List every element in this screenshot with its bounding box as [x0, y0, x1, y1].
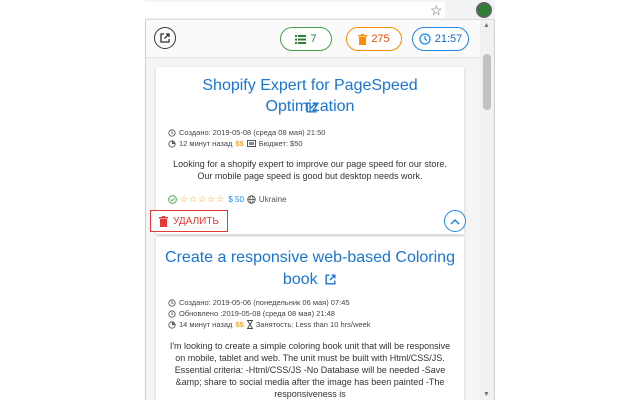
project-title-line2[interactable]: book: [156, 269, 464, 290]
created-date: Создано: 2019-05-06 (понедельник 06 мая)…: [168, 297, 350, 308]
list-icon: [295, 34, 307, 44]
money-badge: $$: [235, 320, 244, 329]
external-link-icon[interactable]: [305, 101, 318, 114]
history-icon: [168, 320, 176, 329]
wallet-icon: [246, 140, 256, 147]
hourglass-icon: [246, 320, 253, 329]
collapse-button[interactable]: [444, 210, 466, 232]
bookmark-star-icon[interactable]: ☆: [430, 1, 443, 19]
client-info-row: ☆☆☆☆☆ $ 50 Ukraine: [168, 194, 287, 205]
address-bar[interactable]: [145, 2, 445, 18]
workload: Занятость: Less than 10 hrs/week: [255, 320, 371, 329]
delete-button[interactable]: УДАЛИТЬ: [150, 210, 228, 232]
project-description: Looking for a shopify expert to improve …: [173, 159, 447, 181]
payment-info: $ 50: [228, 195, 244, 204]
globe-icon: [247, 195, 256, 204]
trash-icon: [159, 215, 168, 227]
popup-toolbar: 7 275 21:57: [146, 20, 482, 58]
rating-stars: ☆☆☆☆☆: [180, 194, 226, 204]
last-update-time: 21:57: [434, 33, 463, 45]
verified-check-icon: [168, 195, 177, 204]
money-badge: $$: [235, 139, 244, 148]
clock-icon: [168, 309, 176, 318]
scrollbar[interactable]: ▲ ▼: [480, 20, 494, 400]
created-date: Создано: 2019-05-08 (среда 08 мая) 21:50: [168, 127, 325, 138]
clock-icon: [168, 128, 176, 137]
clock-icon: [419, 33, 431, 45]
client-country: Ukraine: [258, 195, 287, 204]
open-external-icon: [160, 33, 170, 43]
scroll-down-icon[interactable]: ▼: [483, 391, 490, 398]
last-update-time-button[interactable]: 21:57: [412, 27, 469, 51]
history-icon: [168, 139, 176, 148]
updated-date: Обновлено :2019-05-08 (среда 08 мая) 21:…: [168, 308, 335, 319]
project-title[interactable]: Create a responsive web-based Coloring: [156, 247, 464, 268]
extension-popup: 7 275 21:57 Shopify Expert for PageSpeed…: [145, 20, 495, 400]
extension-icon[interactable]: [476, 2, 492, 18]
project-description: I'm looking to create a simple coloring …: [169, 341, 451, 399]
open-in-tab-button[interactable]: [154, 27, 176, 49]
trash-icon: [358, 33, 368, 45]
age-workload-row: 14 минут назад $$ Занятость: Less than 1…: [168, 319, 370, 330]
scroll-up-icon[interactable]: ▲: [483, 22, 490, 29]
projects-count-button[interactable]: 7: [280, 27, 332, 51]
age-budget-row: 12 минут назад $$ Бюджет: $50: [168, 138, 303, 149]
deleted-count: 275: [371, 33, 390, 45]
deleted-count-button[interactable]: 275: [346, 27, 402, 51]
project-card: Create a responsive web-based Coloring b…: [156, 237, 464, 400]
budget: Бюджет: $50: [258, 139, 303, 148]
project-card: Shopify Expert for PageSpeed Optimizatio…: [156, 67, 464, 234]
projects-count: 7: [310, 33, 317, 45]
scrollbar-thumb[interactable]: [483, 54, 491, 110]
external-link-icon[interactable]: [324, 273, 337, 286]
chevron-up-icon: [450, 218, 460, 225]
project-title-link: [156, 97, 464, 118]
clock-icon: [168, 298, 176, 307]
